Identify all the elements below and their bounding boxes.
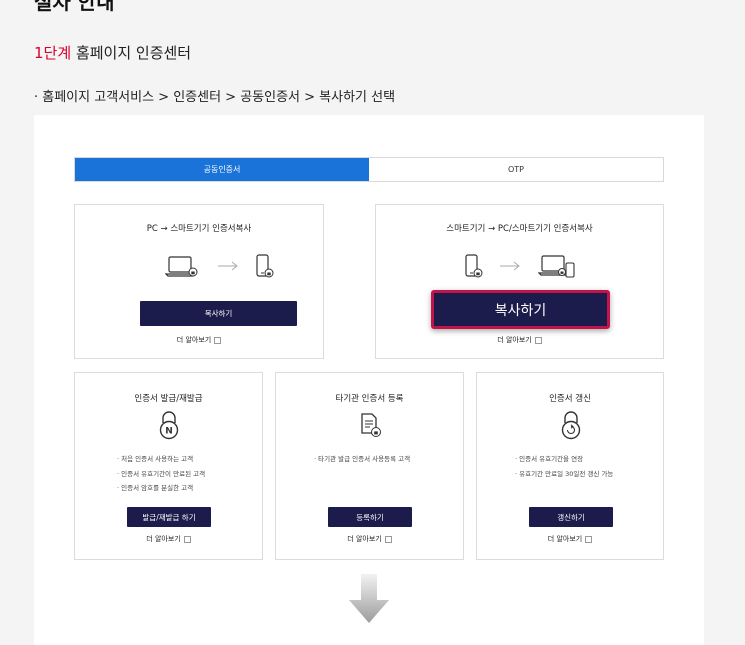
learn-more-label: 더 알아보기 — [547, 535, 583, 543]
card-pc-to-phone: PC → 스마트기기 인증서복사 복사하기 더 알아보기 — [74, 204, 324, 359]
learn-more-link[interactable]: 더 알아보기 — [75, 335, 323, 345]
learn-more-link[interactable]: 더 알아보기 — [75, 534, 262, 544]
learn-more-label: 더 알아보기 — [497, 336, 532, 344]
phone-lock-icon — [256, 254, 274, 278]
issue-button[interactable]: 발급/재발급 하기 — [127, 507, 211, 527]
bullet-item: · 인증서 암호를 분실한 고객 — [117, 484, 194, 492]
learn-more-box-icon — [183, 535, 191, 543]
learn-more-link[interactable]: 더 알아보기 — [276, 534, 463, 544]
register-button[interactable]: 등록하기 — [328, 507, 412, 527]
learn-more-link[interactable]: 더 알아보기 — [376, 335, 663, 345]
laptop-phone-icon — [538, 255, 575, 278]
screenshot-panel: 공동인증서 OTP PC → 스마트기기 인증서복사 복사하기 더 알아보기 스… — [34, 115, 704, 645]
card-phone-to-pc: 스마트기기 → PC/스마트기기 인증서복사 복사하기 더 알아보기 — [375, 204, 664, 359]
bullet-list: · 인증서 유효기간을 연장 · 유효기간 만료일 30일전 갱신 가능 — [515, 452, 613, 481]
learn-more-label: 더 알아보기 — [347, 535, 382, 543]
learn-more-box-icon — [214, 336, 222, 344]
bullet-item: · 인증서 유효기간이 만료된 고객 — [117, 469, 206, 478]
phone-lock-icon — [465, 254, 483, 278]
laptop-lock-icon — [165, 256, 198, 277]
card-title: 인증서 갱신 — [549, 394, 591, 404]
bullet-item: · 타기관 발급 인증서 사용등록 고객 — [314, 455, 411, 463]
tab-certificate[interactable]: 공동인증서 — [75, 158, 369, 181]
card-title: 스마트기기 → PC/스마트기기 인증서복사 — [446, 224, 593, 234]
learn-more-label: 더 알아보기 — [176, 336, 212, 344]
step-title: 1단계 홈페이지 인증센터 — [34, 42, 191, 63]
padlock-refresh-icon — [561, 411, 581, 440]
bullet-list: · 처음 인증서 사용하는 고객 · 인증서 유효기간이 만료된 고객 · 인증… — [117, 452, 205, 496]
navigation-path: · 홈페이지 고객서비스 > 인증센터 > 공동인증서 > 복사하기 선택 — [34, 90, 396, 105]
step-number: 1단계 — [34, 44, 72, 62]
step-title-text: 홈페이지 인증센터 — [75, 44, 192, 62]
tab-otp[interactable]: OTP — [369, 158, 663, 181]
learn-more-label: 더 알아보기 — [146, 535, 181, 543]
arrow-right-icon — [218, 261, 238, 271]
card-issue: 인증서 발급/재발급 N · 처음 인증서 사용하는 고객 · 인증서 유효기간… — [74, 372, 263, 560]
learn-more-box-icon — [384, 535, 392, 543]
learn-more-link[interactable]: 더 알아보기 — [477, 534, 663, 544]
tab-bar: 공동인증서 OTP — [74, 157, 664, 182]
svg-text:N: N — [165, 427, 173, 437]
card-renew: 인증서 갱신 · 인증서 유효기간을 연장 · 유효기간 만료일 30일전 갱신… — [476, 372, 664, 560]
copy-button-pc-to-phone[interactable]: 복사하기 — [140, 301, 297, 326]
arrow-right-icon — [500, 261, 520, 271]
card-title: 타기관 인증서 등록 — [335, 394, 404, 404]
page-title: 절차 안내 — [34, 0, 115, 14]
arrow-down-icon — [349, 574, 389, 623]
padlock-n-icon: N — [159, 411, 179, 440]
document-lock-icon — [361, 413, 381, 437]
bullet-item: · 인증서 유효기간을 연장 — [515, 455, 584, 463]
bullet-item: · 처음 인증서 사용하는 고객 — [117, 455, 194, 463]
bullet-list: · 타기관 발급 인증서 사용등록 고객 — [314, 452, 410, 467]
renew-button[interactable]: 갱신하기 — [529, 507, 613, 527]
card-register: 타기관 인증서 등록 · 타기관 발급 인증서 사용등록 고객 등록하기 더 알… — [275, 372, 464, 560]
learn-more-box-icon — [585, 535, 593, 543]
learn-more-box-icon — [534, 336, 542, 344]
card-title: 인증서 발급/재발급 — [134, 394, 203, 404]
copy-button-phone-to-pc[interactable]: 복사하기 — [431, 290, 610, 329]
bullet-item: · 유효기간 만료일 30일전 갱신 가능 — [515, 469, 614, 478]
card-title: PC → 스마트기기 인증서복사 — [146, 224, 252, 234]
